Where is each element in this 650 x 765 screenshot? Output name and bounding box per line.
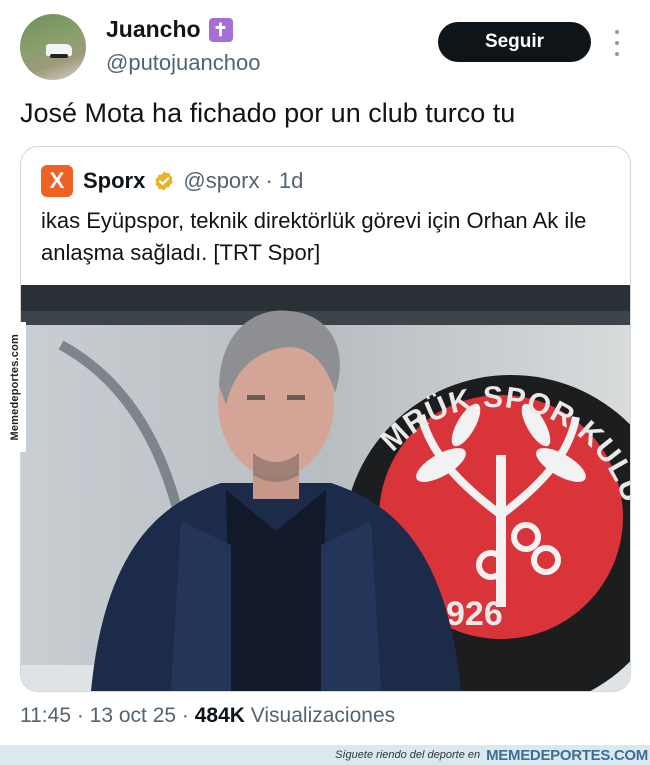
author-avatar[interactable] bbox=[20, 14, 86, 80]
views-count: 484K bbox=[194, 704, 245, 727]
quoted-author-handle[interactable]: @sporx bbox=[183, 168, 259, 194]
quoted-tweet-card[interactable]: X Sporx @sporx · 1d ikas Eyüpspor, tekni… bbox=[20, 146, 631, 692]
quoted-tweet-header: X Sporx @sporx · 1d bbox=[41, 165, 303, 197]
footer-brand[interactable]: MEMEDEPORTES.COM bbox=[486, 747, 648, 764]
quoted-tweet-text: ikas Eyüpspor, teknik direktörlük görevi… bbox=[41, 208, 587, 265]
quoted-tweet-photo[interactable]: MRÜK SPOR KULÜBÜ 926 bbox=[21, 285, 630, 691]
author-handle[interactable]: @putojuanchoo bbox=[106, 50, 260, 76]
tweet-text: José Mota ha fichado por un club turco t… bbox=[20, 98, 516, 128]
car-image bbox=[46, 44, 72, 58]
footer-tagline: Síguete riendo del deporte en bbox=[335, 749, 481, 761]
author-name-text: Juancho bbox=[106, 16, 201, 42]
author-name[interactable]: Juancho ✝ bbox=[106, 16, 233, 43]
side-watermark-text: Memedeportes.com bbox=[9, 333, 21, 441]
footer-watermark-bar: Síguete riendo del deporte en MEMEDEPORT… bbox=[0, 745, 650, 765]
quoted-author-name[interactable]: Sporx bbox=[83, 168, 145, 194]
tweet-meta: 11:45 · 13 oct 25 · 484K Visualizaciones bbox=[20, 704, 395, 728]
more-options-icon[interactable] bbox=[612, 30, 622, 56]
separator-dot: · bbox=[265, 168, 273, 193]
quoted-tweet-time[interactable]: 1d bbox=[279, 168, 303, 194]
tweet-timestamp[interactable]: 11:45 · 13 oct 25 · bbox=[20, 704, 195, 727]
verified-badge-icon bbox=[155, 171, 173, 191]
views-label: Visualizaciones bbox=[244, 704, 396, 727]
cross-icon: ✝ bbox=[208, 17, 233, 42]
sporx-logo-icon: X bbox=[41, 165, 73, 197]
crest-year: 926 bbox=[446, 595, 503, 633]
follow-button[interactable]: Seguir bbox=[438, 22, 591, 62]
side-watermark: Memedeportes.com bbox=[4, 322, 26, 452]
